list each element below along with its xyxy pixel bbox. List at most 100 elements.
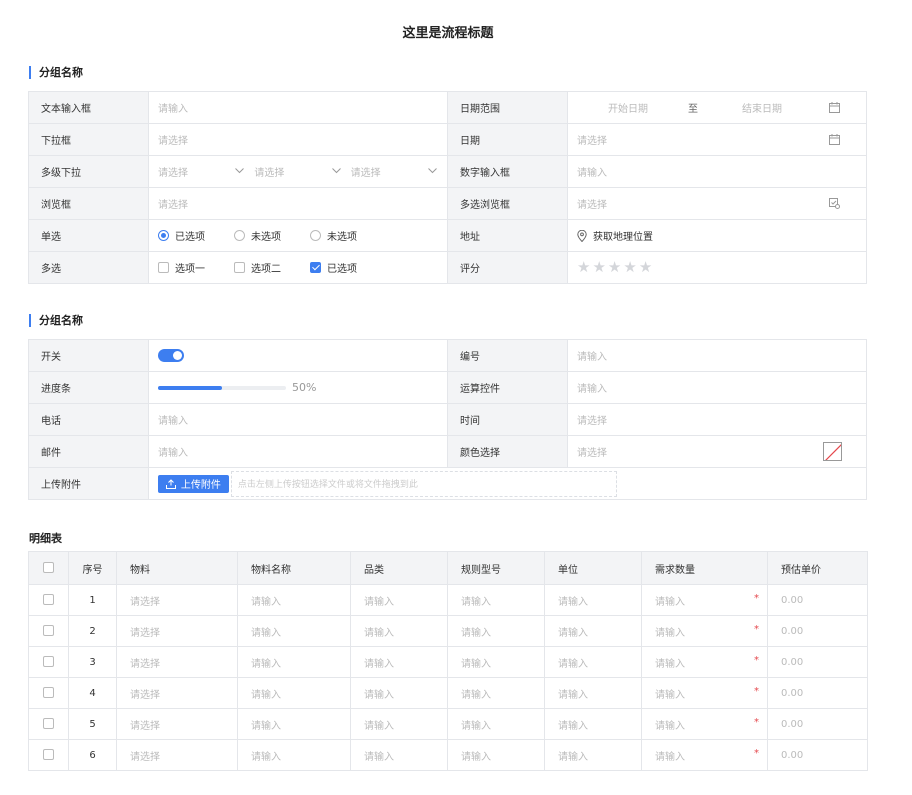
upload-label: 上传附件 <box>29 468 149 499</box>
star-icon[interactable]: ★ <box>623 260 636 275</box>
radio-group: 已选项 未选项 未选项 <box>149 220 448 251</box>
star-icon[interactable]: ★ <box>608 260 621 275</box>
row-model-cell[interactable]: 请输入 <box>447 708 545 740</box>
checkbox-option-1[interactable]: 选项一 <box>158 260 205 275</box>
browse-field[interactable]: 请选择 <box>149 188 448 219</box>
row-category-cell[interactable]: 请输入 <box>350 739 448 771</box>
row-qty-cell[interactable]: 请输入 * <box>641 708 768 740</box>
color-field[interactable]: 请选择 <box>568 436 867 467</box>
row-model-cell[interactable]: 请输入 <box>447 677 545 709</box>
calendar-icon[interactable] <box>829 134 840 148</box>
address-field[interactable]: 获取地理位置 <box>568 220 867 251</box>
cascade-select-2[interactable]: 请选择 <box>254 164 350 179</box>
row-material-cell[interactable]: 请选择 <box>116 708 238 740</box>
row-qty-cell[interactable]: 请输入 * <box>641 584 768 616</box>
row-name-cell[interactable]: 请输入 <box>237 677 351 709</box>
row-select[interactable] <box>28 646 69 678</box>
radio-option-1[interactable]: 已选项 <box>158 228 205 243</box>
radio-option-3[interactable]: 未选项 <box>310 228 357 243</box>
row-model-cell[interactable]: 请输入 <box>447 615 545 647</box>
row-select[interactable] <box>28 615 69 647</box>
toggle-switch[interactable] <box>158 349 184 362</box>
row-qty-cell[interactable]: 请输入 * <box>641 615 768 647</box>
row-category-cell[interactable]: 请输入 <box>350 584 448 616</box>
text-input-placeholder: 请输入 <box>158 104 188 115</box>
upload-drop-zone[interactable]: 点击左侧上传按钮选择文件或将文件拖拽到此 <box>230 470 617 497</box>
row-name-cell[interactable]: 请输入 <box>237 739 351 771</box>
row-name-cell[interactable]: 请输入 <box>237 646 351 678</box>
dropdown-placeholder: 请选择 <box>158 136 188 147</box>
row-qty-cell[interactable]: 请输入 * <box>641 646 768 678</box>
row-material-cell[interactable]: 请选择 <box>116 646 238 678</box>
row-material-cell[interactable]: 请选择 <box>116 615 238 647</box>
star-icon[interactable]: ★ <box>577 260 590 275</box>
calendar-icon[interactable] <box>829 102 840 116</box>
row-price-cell[interactable]: 0.00 <box>767 677 868 709</box>
date-range-field[interactable]: 开始日期 至 结束日期 <box>568 92 867 123</box>
date-range-start[interactable]: 开始日期 <box>608 100 648 115</box>
qty-placeholder: 请输入 <box>655 596 685 608</box>
row-price-cell[interactable]: 0.00 <box>767 584 868 616</box>
color-swatch[interactable] <box>823 442 842 461</box>
row-select[interactable] <box>28 584 69 616</box>
row-unit-cell[interactable]: 请输入 <box>544 677 642 709</box>
row-unit-cell[interactable]: 请输入 <box>544 646 642 678</box>
cascade-select-3[interactable]: 请选择 <box>351 164 447 179</box>
star-icon[interactable]: ★ <box>592 260 605 275</box>
row-qty-cell[interactable]: 请输入 * <box>641 677 768 709</box>
row-material-cell[interactable]: 请选择 <box>116 584 238 616</box>
row-qty-cell[interactable]: 请输入 * <box>641 739 768 771</box>
header-category: 品类 <box>350 551 448 585</box>
time-field[interactable]: 请选择 <box>568 404 867 435</box>
row-material-cell[interactable]: 请选择 <box>116 739 238 771</box>
radio-option-2[interactable]: 未选项 <box>234 228 281 243</box>
text-input-field[interactable]: 请输入 <box>149 92 448 123</box>
row-price-cell[interactable]: 0.00 <box>767 708 868 740</box>
star-icon[interactable]: ★ <box>639 260 652 275</box>
phone-placeholder: 请输入 <box>158 416 188 427</box>
row-select[interactable] <box>28 677 69 709</box>
date-placeholder: 请选择 <box>577 136 607 147</box>
row-category-cell[interactable]: 请输入 <box>350 615 448 647</box>
row-price-cell[interactable]: 0.00 <box>767 646 868 678</box>
date-field[interactable]: 请选择 <box>568 124 867 155</box>
email-field[interactable]: 请输入 <box>149 436 448 467</box>
row-model-cell[interactable]: 请输入 <box>447 584 545 616</box>
row-category-cell[interactable]: 请输入 <box>350 677 448 709</box>
row-name-cell[interactable]: 请输入 <box>237 584 351 616</box>
calc-field[interactable]: 请输入 <box>568 372 867 403</box>
header-select-all[interactable] <box>28 551 69 585</box>
row-model-cell[interactable]: 请输入 <box>447 739 545 771</box>
row-unit-cell[interactable]: 请输入 <box>544 739 642 771</box>
cascade-select-1[interactable]: 请选择 <box>158 164 254 179</box>
serial-field[interactable]: 请输入 <box>568 340 867 371</box>
row-unit-cell[interactable]: 请输入 <box>544 708 642 740</box>
browse-icon[interactable] <box>829 198 840 212</box>
checkbox-option-2[interactable]: 选项二 <box>234 260 281 275</box>
row-name-cell[interactable]: 请输入 <box>237 708 351 740</box>
form-row: 进度条 50% 运算控件 请输入 <box>29 372 867 404</box>
row-price-cell[interactable]: 0.00 <box>767 615 868 647</box>
date-range-end[interactable]: 结束日期 <box>742 100 782 115</box>
multi-browse-field[interactable]: 请选择 <box>568 188 867 219</box>
row-unit-cell[interactable]: 请输入 <box>544 615 642 647</box>
required-mark: * <box>754 654 759 666</box>
dropdown-field[interactable]: 请选择 <box>149 124 448 155</box>
row-select[interactable] <box>28 708 69 740</box>
phone-field[interactable]: 请输入 <box>149 404 448 435</box>
number-field[interactable]: 请输入 <box>568 156 867 187</box>
time-placeholder: 请选择 <box>577 416 607 427</box>
cascade-placeholder: 请选择 <box>158 168 188 179</box>
row-price-cell[interactable]: 0.00 <box>767 739 868 771</box>
row-category-cell[interactable]: 请输入 <box>350 708 448 740</box>
upload-icon <box>165 478 176 489</box>
checkbox-option-3[interactable]: 已选项 <box>310 260 357 275</box>
row-select[interactable] <box>28 739 69 771</box>
checkbox-option-label: 已选项 <box>327 264 357 275</box>
row-material-cell[interactable]: 请选择 <box>116 677 238 709</box>
row-unit-cell[interactable]: 请输入 <box>544 584 642 616</box>
row-name-cell[interactable]: 请输入 <box>237 615 351 647</box>
upload-button[interactable]: 上传附件 <box>157 474 229 493</box>
row-category-cell[interactable]: 请输入 <box>350 646 448 678</box>
row-model-cell[interactable]: 请输入 <box>447 646 545 678</box>
